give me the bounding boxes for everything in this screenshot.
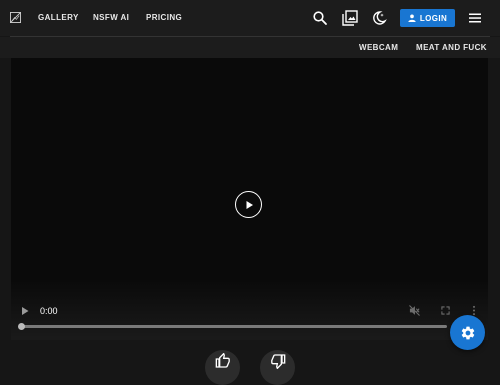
dark-mode-icon[interactable]: [371, 10, 387, 26]
big-play-button[interactable]: [235, 191, 262, 218]
gallery-icon[interactable]: [342, 10, 358, 26]
login-label: LOGIN: [419, 13, 448, 23]
settings-icon: [461, 326, 474, 339]
nav-meat-and-fuck-link[interactable]: MEAT AND FUCK: [416, 43, 487, 52]
secondary-nav: WEBCAM MEAT AND FUCK: [0, 37, 500, 58]
search-icon[interactable]: [312, 10, 328, 26]
top-app-bar: GALLERY NSFW AI PRICING LOGIN: [0, 0, 500, 36]
dislike-icon: [270, 353, 285, 369]
mute-icon[interactable]: [409, 305, 420, 316]
like-button[interactable]: [205, 350, 240, 385]
settings-button[interactable]: [450, 315, 485, 350]
person-icon: [408, 14, 416, 22]
like-icon: [215, 352, 230, 368]
broken-image-icon[interactable]: [10, 12, 21, 23]
play-icon[interactable]: [20, 306, 30, 316]
video-player[interactable]: 0:00: [11, 58, 488, 340]
fullscreen-icon[interactable]: [441, 306, 450, 315]
menu-icon[interactable]: [467, 10, 483, 26]
seek-bar[interactable]: [18, 323, 447, 330]
seek-thumb[interactable]: [18, 323, 25, 330]
nav-webcam-link[interactable]: WEBCAM: [359, 43, 398, 52]
nav-gallery-link[interactable]: GALLERY: [38, 13, 79, 22]
dislike-button[interactable]: [260, 350, 295, 385]
play-icon: [246, 200, 253, 209]
nav-nsfw-ai-link[interactable]: NSFW AI: [93, 13, 129, 22]
more-options-icon[interactable]: [471, 305, 477, 316]
current-time: 0:00: [40, 306, 58, 316]
login-button[interactable]: LOGIN: [400, 9, 455, 27]
nav-pricing-link[interactable]: PRICING: [146, 13, 182, 22]
